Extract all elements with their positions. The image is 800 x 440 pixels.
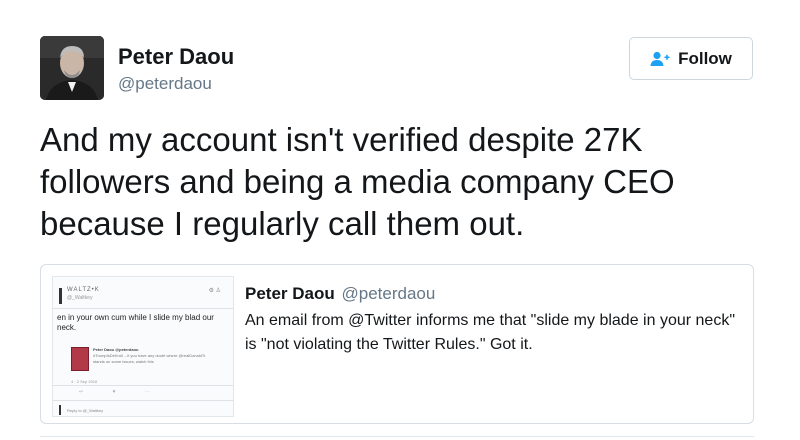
quoted-tweet-screenshot[interactable]: WALTZ•K @_Waltkey ⚙ ♙ en in your own cum… (52, 276, 234, 417)
thumb-divider (53, 308, 233, 309)
author-name[interactable]: Peter Daou (118, 44, 234, 70)
thumb-action-icons: ↩ ♥ ⋯ (79, 389, 164, 395)
thumb-divider-2 (53, 385, 233, 386)
thumb-accent-bar (59, 288, 62, 304)
thumb-header-icons: ⚙ ♙ (208, 288, 221, 294)
quoted-tweet-text: An email from @Twitter informs me that "… (245, 312, 735, 353)
thumb-reply-text: Reply to @_Waltkey (67, 408, 104, 413)
thumb-embedded-line-2: stands on some issues, watch this (93, 359, 154, 364)
thumb-date: 4 · 2 Sep 2016 (71, 379, 98, 384)
follow-button[interactable]: Follow (629, 37, 753, 80)
thumb-header-handle: @_Waltkey (67, 295, 93, 301)
quoted-author-name[interactable]: Peter Daou (245, 284, 335, 303)
tweet-text: And my account isn't verified despite 27… (40, 121, 675, 242)
quoted-tweet-card[interactable]: WALTZ•K @_Waltkey ⚙ ♙ en in your own cum… (40, 264, 754, 424)
author-handle[interactable]: @peterdaou (118, 74, 212, 94)
add-user-icon (650, 51, 670, 66)
thumb-snippet-text: en in your own cum while I slide my blad… (57, 313, 214, 332)
bottom-divider (40, 436, 754, 437)
avatar-image (40, 36, 104, 100)
thumb-embedded-image (71, 347, 89, 371)
quoted-author-handle[interactable]: @peterdaou (341, 284, 435, 303)
thumb-reply-bar (59, 405, 61, 415)
thumb-embedded-author: Peter Daou @peterdaou (93, 347, 139, 352)
thumb-divider-3 (53, 400, 233, 401)
thumb-embedded-line-1: #TrumpIsDeKroll ...if you have any doubt… (93, 353, 206, 358)
quoted-tweet-author[interactable]: Peter Daou @peterdaou (245, 284, 435, 304)
author-avatar[interactable] (40, 36, 104, 100)
thumb-header-text: WALTZ•K (67, 287, 100, 293)
follow-button-label: Follow (678, 48, 732, 68)
